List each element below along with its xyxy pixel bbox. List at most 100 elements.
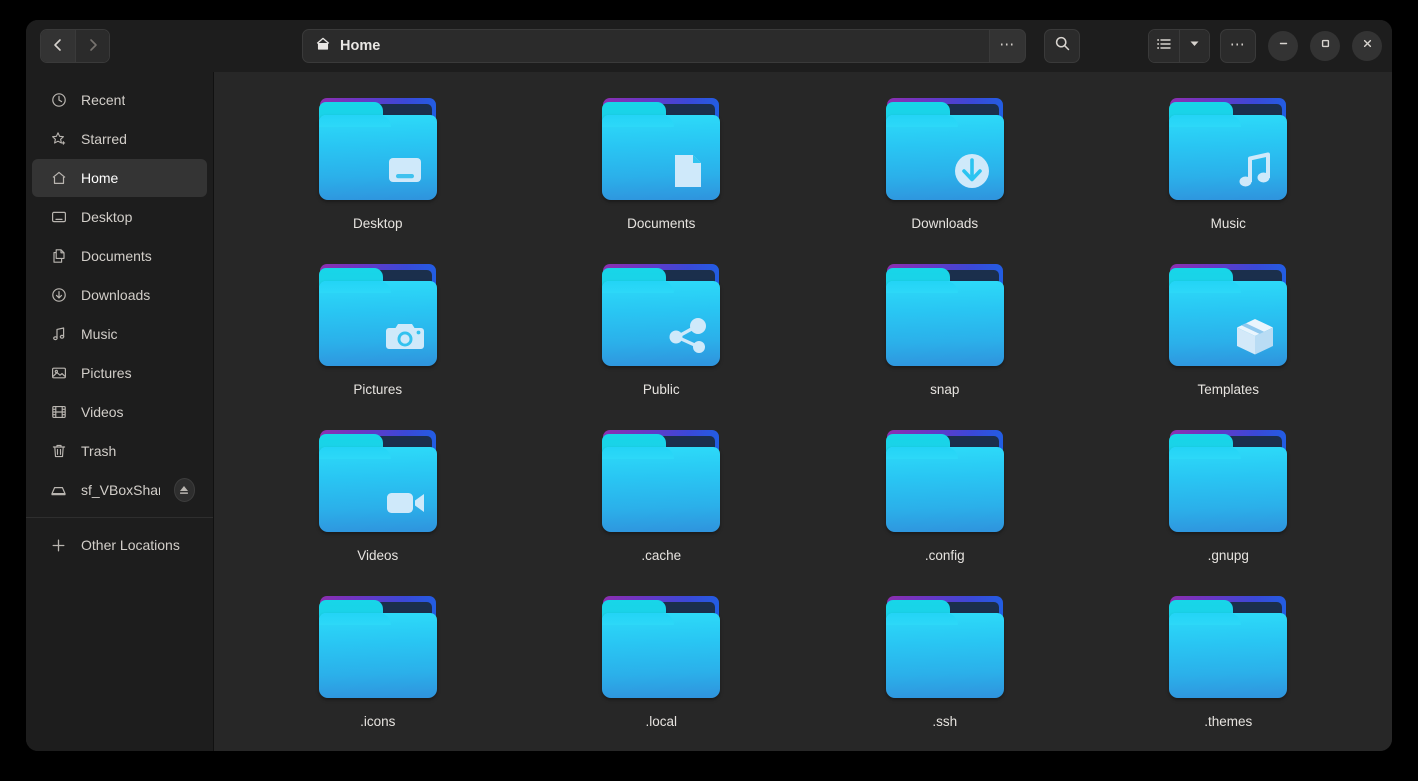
sidebar-item-downloads[interactable]: Downloads [32, 276, 207, 314]
camera-icon [380, 312, 430, 362]
folder-icon [599, 98, 723, 204]
header-right-tools: ⋯ [1148, 29, 1382, 63]
film-icon [50, 404, 67, 421]
folder-icon [1166, 264, 1290, 370]
main-menu-button[interactable]: ⋯ [1220, 29, 1256, 63]
path-bar-container: Home ⋯ [302, 29, 1026, 63]
file-item[interactable]: Music [1087, 92, 1371, 258]
sidebar-item-desktop[interactable]: Desktop [32, 198, 207, 236]
view-options-dropdown[interactable] [1179, 30, 1209, 62]
drive-icon [50, 482, 67, 499]
file-item[interactable]: Videos [236, 424, 520, 590]
maximize-button[interactable] [1310, 31, 1340, 61]
sidebar-item-home[interactable]: Home [32, 159, 207, 197]
file-item[interactable]: .gnupg [1087, 424, 1371, 590]
file-label: .config [924, 548, 965, 563]
trash-icon [50, 443, 67, 460]
file-item[interactable]: .themes [1087, 590, 1371, 751]
search-button[interactable] [1044, 29, 1080, 63]
list-view-button[interactable] [1149, 30, 1179, 62]
folder-icon [883, 264, 1007, 370]
folder-icon [316, 264, 440, 370]
plus-icon [50, 537, 67, 554]
sidebar-item-trash[interactable]: Trash [32, 432, 207, 470]
note-icon [1230, 146, 1280, 196]
sidebar-item-label: Trash [81, 443, 117, 459]
file-label: Pictures [353, 382, 403, 397]
chevron-right-icon [86, 38, 100, 55]
document-icon [663, 146, 713, 196]
sidebar-item-label: Home [81, 170, 119, 186]
sidebar-item-pictures[interactable]: Pictures [32, 354, 207, 392]
file-label: snap [930, 382, 960, 397]
file-item[interactable]: Documents [520, 92, 804, 258]
download-icon [947, 146, 997, 196]
documents-icon [50, 248, 67, 265]
file-item[interactable]: Public [520, 258, 804, 424]
star-icon [50, 131, 67, 148]
path-label: Home [340, 38, 381, 54]
folder-icon [1166, 98, 1290, 204]
sidebar-item-label: Other Locations [81, 537, 180, 553]
sidebar-item-sf-vboxshare[interactable]: sf_VBoxShare [32, 471, 207, 509]
path-bar[interactable]: Home [302, 29, 990, 63]
sidebar-divider [26, 517, 213, 518]
file-item[interactable]: .cache [520, 424, 804, 590]
file-item[interactable]: .ssh [803, 590, 1087, 751]
file-grid: Desktop Documents Downloads Music Pictures Pu… [214, 72, 1392, 751]
monitor-icon [380, 146, 430, 196]
file-item[interactable]: Pictures [236, 258, 520, 424]
file-item[interactable]: .config [803, 424, 1087, 590]
folder-icon [316, 98, 440, 204]
minimize-icon [1277, 37, 1290, 55]
file-item[interactable]: Downloads [803, 92, 1087, 258]
file-item[interactable]: snap [803, 258, 1087, 424]
navigation-buttons [36, 29, 110, 63]
clock-icon [50, 92, 67, 109]
sidebar-item-videos[interactable]: Videos [32, 393, 207, 431]
back-button[interactable] [41, 30, 75, 62]
file-label: .ssh [932, 714, 958, 729]
file-label: .themes [1204, 714, 1253, 729]
folder-icon [883, 98, 1007, 204]
sidebar-item-documents[interactable]: Documents [32, 237, 207, 275]
search-icon [1054, 35, 1071, 57]
file-label: Documents [627, 216, 696, 231]
file-item[interactable]: Templates [1087, 258, 1371, 424]
file-label: .icons [360, 714, 396, 729]
eject-button[interactable] [173, 478, 195, 502]
sidebar-item-label: Recent [81, 92, 126, 108]
video-icon [380, 478, 430, 528]
desktop-icon [50, 209, 67, 226]
forward-button[interactable] [75, 30, 109, 62]
chevron-down-icon [1188, 37, 1201, 55]
maximize-icon [1319, 37, 1332, 55]
sidebar-item-recent[interactable]: Recent [32, 81, 207, 119]
minimize-button[interactable] [1268, 31, 1298, 61]
file-label: Videos [357, 548, 399, 563]
box-icon [1230, 312, 1280, 362]
home-icon [50, 170, 67, 187]
view-mode-segment [1148, 29, 1210, 63]
image-icon [50, 365, 67, 382]
sidebar-item-other-locations[interactable]: Other Locations [32, 526, 207, 564]
folder-icon [316, 596, 440, 702]
sidebar-item-label: Documents [81, 248, 152, 264]
path-menu-button[interactable]: ⋯ [990, 29, 1026, 63]
file-label: Templates [1197, 382, 1260, 397]
folder-icon [599, 264, 723, 370]
file-item[interactable]: .local [520, 590, 804, 751]
file-item[interactable]: .icons [236, 590, 520, 751]
close-button[interactable] [1352, 31, 1382, 61]
sidebar-item-music[interactable]: Music [32, 315, 207, 353]
header-bar: Home ⋯ ⋯ [26, 20, 1392, 72]
folder-icon [599, 596, 723, 702]
share-icon [663, 312, 713, 362]
sidebar-item-label: Downloads [81, 287, 151, 303]
sidebar-item-starred[interactable]: Starred [32, 120, 207, 158]
file-manager-window: Home ⋯ ⋯ Recent Starred Home Desktop Doc… [26, 20, 1392, 751]
file-item[interactable]: Desktop [236, 92, 520, 258]
file-label: .cache [641, 548, 682, 563]
file-label: .gnupg [1207, 548, 1249, 563]
sidebar-item-label: Desktop [81, 209, 133, 225]
